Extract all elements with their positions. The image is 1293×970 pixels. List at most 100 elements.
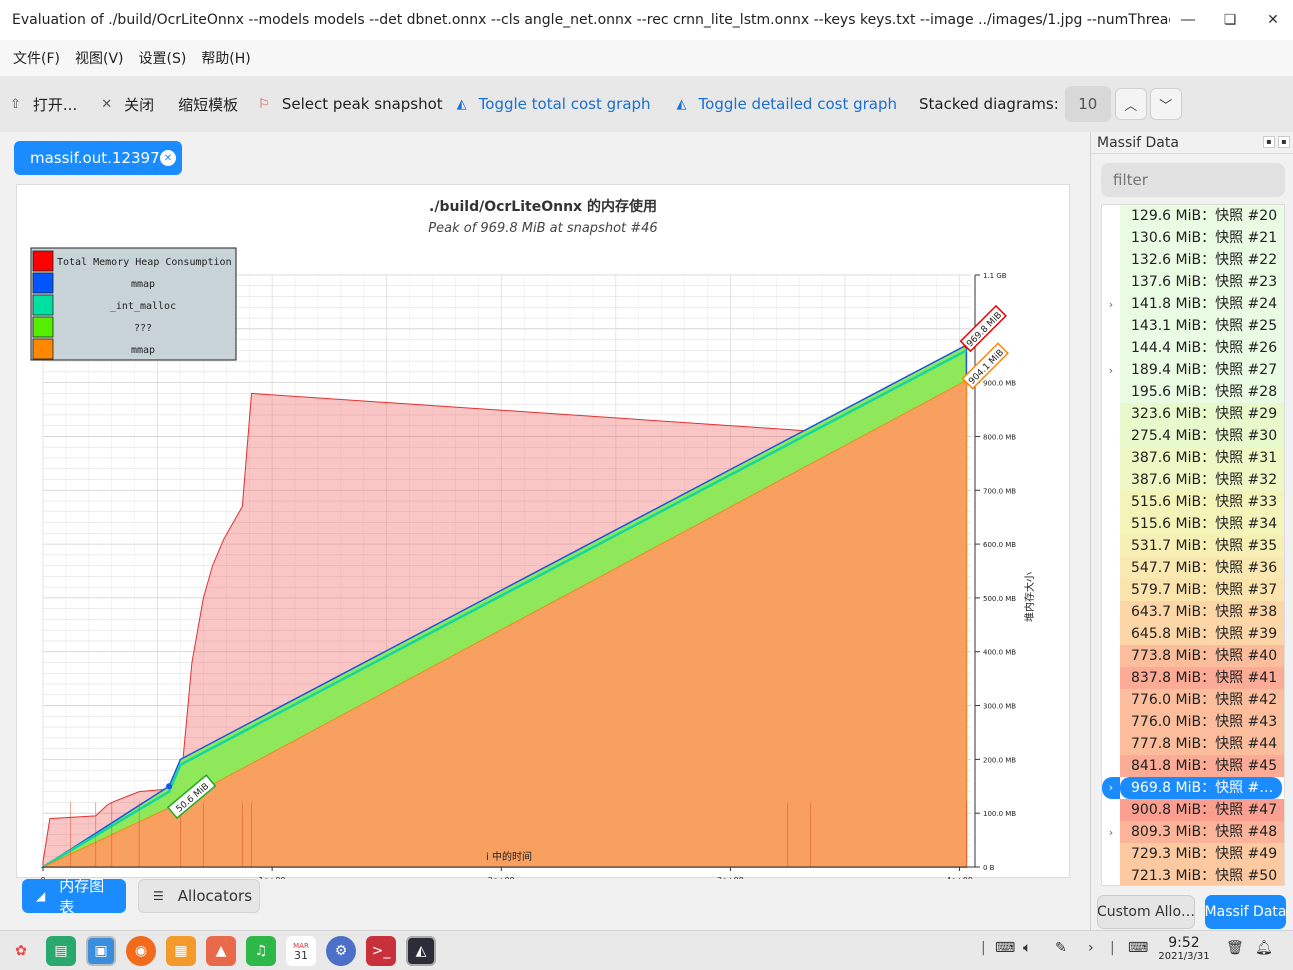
memory-chart[interactable]: ./build/OcrLiteOnnx 的内存使用 Peak of 969.8 … xyxy=(16,184,1070,879)
snapshot-row[interactable]: 776.0 MiB：快照 #43 xyxy=(1102,711,1284,733)
keyboard-icon[interactable]: ⌨ xyxy=(995,940,1015,956)
snapshot-label: 729.3 MiB：快照 #49 xyxy=(1120,843,1284,865)
snapshot-row[interactable]: 144.4 MiB：快照 #26 xyxy=(1102,337,1284,359)
clock[interactable]: 9:52 2021/3/31 xyxy=(1155,935,1213,962)
close-panel-icon[interactable]: ▪ xyxy=(1278,136,1290,148)
custom-allocators-button[interactable]: Custom Allo… xyxy=(1097,895,1195,929)
snapshot-label: 515.6 MiB：快照 #34 xyxy=(1120,513,1284,535)
menu-settings[interactable]: 设置(S) xyxy=(136,44,190,72)
expand-arrow-icon[interactable]: › xyxy=(1102,364,1120,377)
snapshot-row[interactable]: 195.6 MiB：快照 #28 xyxy=(1102,381,1284,403)
snapshot-row[interactable]: › 969.8 MiB：快照 #… xyxy=(1102,777,1284,799)
open-button[interactable]: ⇧ 打开... xyxy=(10,94,77,115)
select-peak-button[interactable]: ⚐ Select peak snapshot xyxy=(258,95,443,113)
app-store-icon[interactable]: ▦ xyxy=(166,936,196,966)
snapshot-row[interactable]: 132.6 MiB：快照 #22 xyxy=(1102,249,1284,271)
close-window-button[interactable]: ✕ xyxy=(1261,8,1285,32)
desktop-icon[interactable]: ▤ xyxy=(46,936,76,966)
snapshot-label: 130.6 MiB：快照 #21 xyxy=(1120,227,1284,249)
massif-visualizer-icon[interactable]: ◭ xyxy=(406,936,436,966)
snapshot-row[interactable]: 837.8 MiB：快照 #41 xyxy=(1102,667,1284,689)
stacked-diagrams-input[interactable]: 10 xyxy=(1064,86,1111,122)
snapshot-row[interactable]: 776.0 MiB：快照 #42 xyxy=(1102,689,1284,711)
notification-bell-icon[interactable]: 🔔︎ xyxy=(1255,940,1273,956)
chevron-up-icon: ︿ xyxy=(1124,98,1138,114)
expand-arrow-icon[interactable]: › xyxy=(1102,298,1120,311)
increment-button[interactable]: ︿ xyxy=(1114,88,1147,120)
toggle-total-cost-button[interactable]: ◭ Toggle total cost graph xyxy=(457,95,651,113)
snapshot-label: 547.7 MiB：快照 #36 xyxy=(1120,557,1284,579)
tab-allocators[interactable]: ☰ Allocators xyxy=(138,879,260,913)
volume-icon[interactable]: 🔈︎ xyxy=(1023,940,1031,956)
massif-data-button[interactable]: Massif Data xyxy=(1205,895,1286,929)
toggle-detailed-label: Toggle detailed cost graph xyxy=(698,95,898,113)
snapshot-row[interactable]: 275.4 MiB：快照 #30 xyxy=(1102,425,1284,447)
menu-view[interactable]: 视图(V) xyxy=(72,44,127,72)
snapshot-row[interactable]: 129.6 MiB：快照 #20 xyxy=(1102,205,1284,227)
clock-time: 9:52 xyxy=(1168,935,1200,951)
snapshot-row[interactable]: 900.8 MiB：快照 #47 xyxy=(1102,799,1284,821)
snapshot-row[interactable]: 137.6 MiB：快照 #23 xyxy=(1102,271,1284,293)
terminal-icon[interactable]: >_ xyxy=(366,936,396,966)
maximize-button[interactable]: ❏ xyxy=(1218,8,1242,32)
snapshot-row[interactable]: 387.6 MiB：快照 #31 xyxy=(1102,447,1284,469)
legend-label: _int_malloc xyxy=(110,301,176,312)
shrink-template-button[interactable]: 缩短模板 xyxy=(178,94,238,115)
menu-help[interactable]: 帮助(H) xyxy=(198,44,253,72)
snapshot-row[interactable]: 777.8 MiB：快照 #44 xyxy=(1102,733,1284,755)
snapshot-row[interactable]: 645.8 MiB：快照 #39 xyxy=(1102,623,1284,645)
trash-icon[interactable]: 🗑︎ xyxy=(1226,940,1244,956)
snapshot-row[interactable]: 531.7 MiB：快照 #35 xyxy=(1102,535,1284,557)
close-tab-icon[interactable]: ✕ xyxy=(160,150,176,166)
snapshot-row[interactable]: 579.7 MiB：快照 #37 xyxy=(1102,579,1284,601)
snapshot-row[interactable]: 729.3 MiB：快照 #49 xyxy=(1102,843,1284,865)
snapshot-row[interactable]: 130.6 MiB：快照 #21 xyxy=(1102,227,1284,249)
launcher-icon[interactable]: ✿ xyxy=(6,936,36,966)
snapshot-row[interactable]: 547.7 MiB：快照 #36 xyxy=(1102,557,1284,579)
tab-memory-chart[interactable]: ◢ 内存图表 xyxy=(22,877,126,916)
panel-title: Massif Data xyxy=(1097,135,1179,151)
minimize-button[interactable]: ― xyxy=(1176,8,1200,32)
photos-icon[interactable]: ▲ xyxy=(206,936,236,966)
menu-file[interactable]: 文件(F) xyxy=(10,44,63,72)
upload-icon: ⇧ xyxy=(10,96,21,112)
expand-arrow-icon[interactable]: › xyxy=(1102,777,1120,799)
file-tab[interactable]: massif.out.12397 ✕ xyxy=(14,141,182,175)
float-panel-icon[interactable]: ▪ xyxy=(1263,136,1275,148)
pen-icon[interactable]: ✎ xyxy=(1055,940,1067,956)
filter-input[interactable] xyxy=(1101,163,1285,197)
snapshot-row[interactable]: › 141.8 MiB：快照 #24 xyxy=(1102,293,1284,315)
snapshot-row[interactable]: 143.1 MiB：快照 #25 xyxy=(1102,315,1284,337)
legend-swatch xyxy=(32,272,54,294)
snapshot-row[interactable]: 841.8 MiB：快照 #45 xyxy=(1102,755,1284,777)
shrink-label: 缩短模板 xyxy=(178,95,239,114)
snapshot-label: 387.6 MiB：快照 #31 xyxy=(1120,447,1284,469)
y-tick-label: 200.0 MB xyxy=(983,756,1016,764)
legend-label: ??? xyxy=(134,323,152,334)
y-tick-label: 800.0 MB xyxy=(983,433,1016,441)
tray-expand-icon[interactable]: › xyxy=(1088,940,1094,956)
snapshot-row[interactable]: › 809.3 MiB：快照 #48 xyxy=(1102,821,1284,843)
file-manager-icon[interactable]: ▣ xyxy=(86,936,116,966)
firefox-icon[interactable]: ◉ xyxy=(126,936,156,966)
decrement-button[interactable]: ﹀ xyxy=(1149,88,1182,120)
calendar-icon[interactable]: MAR 31 xyxy=(286,936,316,966)
toggle-detailed-cost-button[interactable]: ◭ Toggle detailed cost graph xyxy=(677,95,897,113)
settings-icon[interactable]: ⚙ xyxy=(326,936,356,966)
expand-arrow-icon[interactable]: › xyxy=(1102,826,1120,839)
snapshot-row[interactable]: › 189.4 MiB：快照 #27 xyxy=(1102,359,1284,381)
panel-header: Massif Data ▪ ▪ xyxy=(1091,132,1293,154)
snapshot-row[interactable]: 515.6 MiB：快照 #33 xyxy=(1102,491,1284,513)
tab-allocators-label: Allocators xyxy=(177,887,253,905)
snapshot-row[interactable]: 643.7 MiB：快照 #38 xyxy=(1102,601,1284,623)
close-file-button[interactable]: ✕ 关闭 xyxy=(101,94,154,115)
chart-subtitle: Peak of 969.8 MiB at snapshot #46 xyxy=(428,221,657,236)
music-icon[interactable]: ♫ xyxy=(246,936,276,966)
snapshot-row[interactable]: 323.6 MiB：快照 #29 xyxy=(1102,403,1284,425)
snapshot-row[interactable]: 515.6 MiB：快照 #34 xyxy=(1102,513,1284,535)
snapshot-row[interactable]: 387.6 MiB：快照 #32 xyxy=(1102,469,1284,491)
snapshot-row[interactable]: 721.3 MiB：快照 #50 xyxy=(1102,865,1284,885)
snapshot-row[interactable]: 773.8 MiB：快照 #40 xyxy=(1102,645,1284,667)
snapshot-list[interactable]: 129.6 MiB：快照 #20 130.6 MiB：快照 #21 132.6 Mi… xyxy=(1101,204,1285,886)
input-method-icon[interactable]: ⌨ xyxy=(1128,940,1148,956)
